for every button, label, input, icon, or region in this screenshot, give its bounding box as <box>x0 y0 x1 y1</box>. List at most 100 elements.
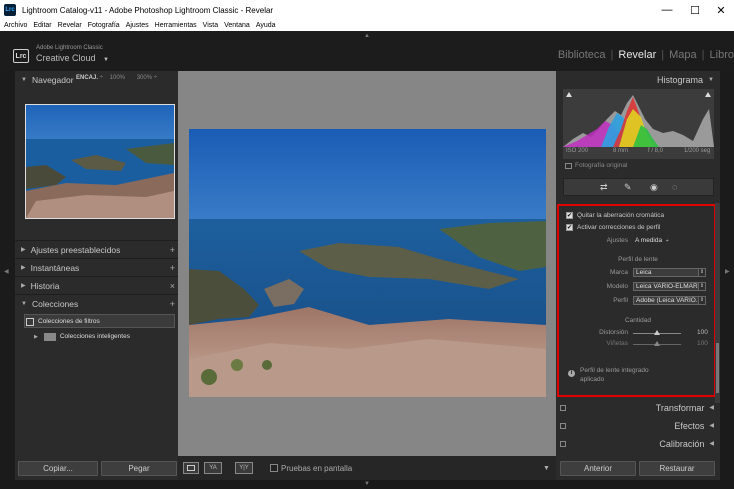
tool-strip: ⇄ ✎ ◉ ◌ <box>563 178 714 196</box>
shutter-value: 1/200 seg <box>684 148 711 154</box>
paste-button[interactable]: Pegar <box>101 461 177 476</box>
loupe-glyph <box>187 465 195 471</box>
remove-ca-label: Quitar la aberración cromática <box>577 212 665 219</box>
collapse-triangle-icon: ▼ <box>708 76 714 83</box>
zoom-300[interactable]: 300% <box>137 75 152 81</box>
zoom-fit[interactable]: ENCAJ. <box>76 75 98 81</box>
enable-profile-checkbox[interactable]: ✔ <box>566 224 573 231</box>
collections-header[interactable]: ▼ Colecciones + <box>15 295 178 312</box>
vignette-label: Viñetas <box>606 340 628 347</box>
select-arrow-icon: ⇕ <box>698 283 705 290</box>
remove-ca-checkbox[interactable]: ✔ <box>566 212 573 219</box>
smart-collection-icon <box>43 332 56 341</box>
histogram-graph <box>563 95 714 147</box>
model-label: Modelo <box>606 283 628 290</box>
menu-ajustes[interactable]: Ajustes <box>126 22 149 29</box>
left-edge-strip <box>0 71 15 480</box>
brand-title[interactable]: Creative Cloud ▼ <box>36 53 109 63</box>
panel-switch-icon[interactable] <box>560 404 566 411</box>
lens-note-line2: aplicado <box>580 376 605 383</box>
crop-tool-icon[interactable]: ⇄ <box>600 182 608 193</box>
menu-editar[interactable]: Editar <box>33 22 51 29</box>
before-after-ya-icon[interactable]: YA <box>204 462 222 474</box>
info-icon: i <box>568 370 575 377</box>
collapse-triangle-icon: ▼ <box>21 76 27 83</box>
lrc-logo: Lrc <box>13 49 29 63</box>
top-panel-toggle-icon[interactable]: ▲ <box>364 33 370 39</box>
menu-fotografia[interactable]: Fotografía <box>88 22 120 29</box>
distortion-value[interactable]: 100 <box>697 329 708 336</box>
calibration-header[interactable]: Calibración ◀ <box>556 435 720 452</box>
module-mapa[interactable]: Mapa <box>669 49 697 61</box>
soft-proof-label: Pruebas en pantalla <box>281 464 353 473</box>
module-separator: | <box>701 49 705 61</box>
histogram-header[interactable]: Histograma ▼ <box>556 71 720 88</box>
shadow-clipping-icon[interactable] <box>566 92 572 97</box>
module-revelar[interactable]: Revelar <box>618 49 656 61</box>
healing-brush-icon[interactable]: ✎ <box>624 182 632 193</box>
zoom-100[interactable]: 100% <box>110 75 125 81</box>
vignette-slider-thumb[interactable] <box>654 341 660 346</box>
loupe-view-icon[interactable] <box>183 462 199 474</box>
setup-label: Ajustes <box>606 237 628 244</box>
filmstrip-toggle-icon[interactable]: ▼ <box>364 481 370 487</box>
red-eye-icon[interactable]: ◉ <box>650 182 658 193</box>
menu-herramientas[interactable]: Herramientas <box>155 22 197 29</box>
panel-switch-icon[interactable] <box>560 422 566 429</box>
left-panel-toggle-icon[interactable]: ◀ <box>4 268 9 275</box>
right-panel-toggle-icon[interactable]: ▶ <box>725 268 730 275</box>
model-value: Leica VARIO-ELMAR... <box>636 283 704 290</box>
menu-vista[interactable]: Vista <box>203 22 218 29</box>
add-snapshot-icon[interactable]: + <box>170 263 175 273</box>
transform-header[interactable]: Transformar ◀ <box>556 399 720 416</box>
histogram-title: Histograma <box>657 74 704 85</box>
scrollbar-thumb[interactable] <box>716 343 719 393</box>
vignette-value[interactable]: 100 <box>697 340 708 347</box>
model-select[interactable]: Leica VARIO-ELMAR... ⇕ <box>633 282 706 291</box>
before-after-yy-icon[interactable]: Y|Y <box>235 462 253 474</box>
chevron-down-icon: ▼ <box>103 57 109 63</box>
soft-proof-checkbox[interactable] <box>270 464 278 472</box>
zoom-300-caret: ÷ <box>153 75 158 81</box>
previous-button[interactable]: Anterior <box>560 461 636 476</box>
select-arrow-icon: ⇕ <box>698 297 705 304</box>
original-photo-checkbox[interactable] <box>565 163 572 169</box>
effects-header[interactable]: Efectos ◀ <box>556 417 720 434</box>
main-photo[interactable] <box>189 129 546 397</box>
toolbar-menu-chevron-icon[interactable]: ▼ <box>543 465 550 472</box>
add-collection-icon[interactable]: + <box>170 299 175 309</box>
menu-archivo[interactable]: Archivo <box>4 22 27 29</box>
minimize-button[interactable]: — <box>652 0 682 20</box>
reset-button[interactable]: Restaurar <box>639 461 715 476</box>
brand-subtitle: Adobe Lightroom Classic <box>36 45 103 51</box>
close-button[interactable]: ✕ <box>706 0 734 20</box>
window-titlebar: Lrc Lightroom Catalog-v11 - Adobe Photos… <box>0 0 734 20</box>
panel-switch-icon[interactable] <box>560 440 566 447</box>
module-libro[interactable]: Libro <box>710 49 734 61</box>
navigator-title: Navegador <box>31 74 74 85</box>
profile-select[interactable]: Adobe (Leica VARIO... ⇕ <box>633 296 706 305</box>
menu-ventana[interactable]: Ventana <box>224 22 250 29</box>
list-item[interactable]: Colecciones de filtros <box>26 315 100 328</box>
brand-title-text: Creative Cloud <box>36 53 96 63</box>
copy-button[interactable]: Copiar... <box>18 461 98 476</box>
add-preset-icon[interactable]: + <box>170 245 175 255</box>
setup-dropdown[interactable]: A medida ÷ <box>635 237 669 244</box>
history-header[interactable]: ▶ Historia × <box>15 277 178 294</box>
navigator-preview[interactable] <box>25 104 175 219</box>
distortion-slider-thumb[interactable] <box>654 330 660 335</box>
snapshots-header[interactable]: ▶ Instantáneas + <box>15 259 178 276</box>
snapshots-title: Instantáneas <box>30 262 80 273</box>
masking-icon[interactable]: ◌ <box>672 182 677 192</box>
highlight-clipping-icon[interactable] <box>705 92 711 97</box>
make-select[interactable]: Leica ⇕ <box>633 268 706 277</box>
presets-header[interactable]: ▶ Ajustes preestablecidos + <box>15 241 178 258</box>
menu-revelar[interactable]: Revelar <box>58 22 82 29</box>
list-item[interactable]: ▶ Colecciones inteligentes <box>34 330 130 343</box>
clear-history-icon[interactable]: × <box>170 281 175 291</box>
module-biblioteca[interactable]: Biblioteca <box>558 49 606 61</box>
right-panel-scrollbar[interactable] <box>715 203 720 403</box>
zoom-fit-caret: ÷ <box>99 75 103 81</box>
profile-label: Perfil <box>613 297 628 304</box>
menu-ayuda[interactable]: Ayuda <box>256 22 276 29</box>
